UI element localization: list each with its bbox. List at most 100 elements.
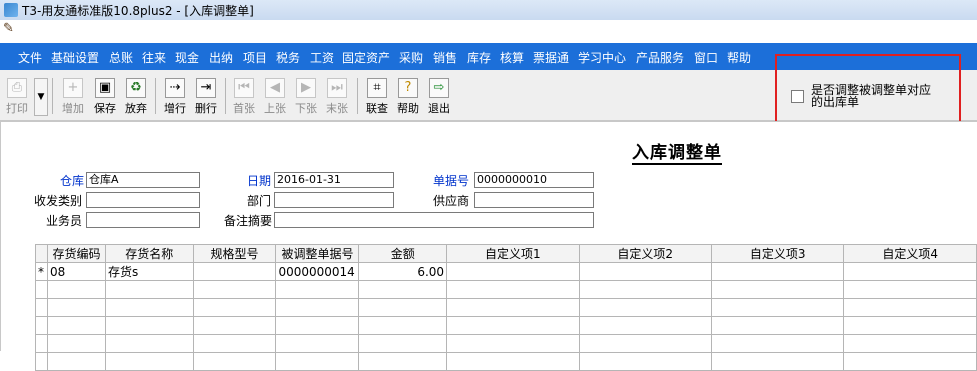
doc-no-label: 单据号 [433,174,470,188]
row-marker-header [35,244,48,263]
title-bar: T3-用友通标准版10.8plus2 - [入库调整单] [0,0,977,20]
supplier-label: 供应商 [433,194,470,208]
prev-icon: ◀ [265,78,285,98]
remark-label: 备注摘要 [224,214,273,228]
first-icon: ⏮ [234,78,254,98]
print-dropdown-button[interactable]: ▼ [34,78,48,116]
last-record-button[interactable]: ⏭ 末张 [323,78,351,115]
menu-tax[interactable]: 税务 [276,49,300,66]
column-header[interactable]: 金额 [358,244,448,263]
delete-row-button[interactable]: ⇥ 删行 [192,78,220,115]
column-header[interactable]: 存货编码 [46,244,106,263]
column-header[interactable]: 规格型号 [192,244,277,263]
dept-label: 部门 [247,194,272,208]
table-cell[interactable] [843,262,977,281]
warehouse-field[interactable]: 仓库A [86,172,200,188]
form-title: 入库调整单 [632,138,722,165]
save-icon: ▣ [95,78,115,98]
system-menu-icon[interactable]: ✎ [3,21,14,36]
category-field[interactable] [86,192,200,208]
warehouse-label: 仓库 [60,174,85,188]
menu-payroll[interactable]: 工资 [310,49,334,66]
discard-icon: ♻ [126,78,146,98]
menu-product-service[interactable]: 产品服务 [636,49,684,66]
table-cell[interactable] [710,262,845,281]
menu-accounting[interactable]: 核算 [500,49,524,66]
table-cell[interactable] [578,262,712,281]
menu-receivables[interactable]: 往来 [142,49,166,66]
first-record-button[interactable]: ⏮ 首张 [230,78,258,115]
column-header[interactable]: 自定义项1 [446,244,580,263]
printer-icon: ⎙ [7,78,27,98]
menu-bill-pass[interactable]: 票据通 [533,49,569,66]
prev-record-button[interactable]: ◀ 上张 [261,78,289,115]
supplier-field[interactable] [474,192,594,208]
menu-fixed-assets[interactable]: 固定资产 [342,49,390,66]
table-row[interactable] [35,352,977,371]
add-doc-icon: + [63,78,83,98]
date-field[interactable]: 2016-01-31 [274,172,394,188]
menu-learning-center[interactable]: 学习中心 [578,49,626,66]
table-row[interactable]: * 08 存货s 0000000014 6.00 [35,262,977,281]
table-cell[interactable]: 存货s [104,262,194,281]
table-row[interactable] [35,316,977,335]
add-row-button[interactable]: ⇢ 增行 [161,78,189,115]
menu-sales[interactable]: 销售 [433,49,457,66]
row-marker: * [35,262,48,281]
system-icon-row: ✎ [0,20,977,39]
exit-button[interactable]: ⇨ 退出 [425,78,453,115]
link-query-icon: ⌗ [367,78,387,98]
column-header[interactable]: 存货名称 [104,244,194,263]
column-header[interactable]: 自定义项3 [710,244,845,263]
chevron-down-icon: ▼ [37,92,45,102]
add-row-icon: ⇢ [165,78,185,98]
save-button[interactable]: ▣ 保存 [91,78,119,115]
table-cell[interactable] [446,262,580,281]
help-icon: ? [398,78,418,98]
next-record-button[interactable]: ▶ 下张 [292,78,320,115]
next-icon: ▶ [296,78,316,98]
delete-row-icon: ⇥ [196,78,216,98]
help-button[interactable]: ? 帮助 [394,78,422,115]
column-header[interactable]: 自定义项4 [843,244,977,263]
table-cell[interactable]: 6.00 [358,262,448,281]
date-label: 日期 [247,174,272,188]
table-cell[interactable] [192,262,277,281]
doc-no-field[interactable]: 0000000010 [474,172,594,188]
discard-button[interactable]: ♻ 放弃 [122,78,150,115]
menu-cash[interactable]: 现金 [175,49,199,66]
menu-general-ledger[interactable]: 总账 [109,49,133,66]
clerk-label: 业务员 [46,214,83,228]
window-title: T3-用友通标准版10.8plus2 - [入库调整单] [22,4,254,18]
add-button[interactable]: + 增加 [59,78,87,115]
menu-project[interactable]: 项目 [243,49,267,66]
category-label: 收发类别 [34,194,83,208]
exit-icon: ⇨ [429,78,449,98]
dept-field[interactable] [274,192,394,208]
print-button[interactable]: ⎙ 打印 [3,78,31,115]
menu-window[interactable]: 窗口 [694,49,718,66]
toolbar-separator [357,78,358,114]
table-cell[interactable]: 08 [46,262,106,281]
column-header[interactable]: 自定义项2 [578,244,712,263]
detail-grid: 存货编码 存货名称 规格型号 被调整单据号 金额 自定义项1 自定义项2 自定义… [35,244,977,371]
column-header[interactable]: 被调整单据号 [275,244,360,263]
toolbar-separator [225,78,226,114]
app-logo-icon [4,3,18,17]
table-cell[interactable]: 0000000014 [275,262,360,281]
menu-purchase[interactable]: 采购 [399,49,423,66]
toolbar-separator [52,78,53,114]
remark-field[interactable] [274,212,594,228]
table-row[interactable] [35,280,977,299]
clerk-field[interactable] [86,212,200,228]
menu-basic-settings[interactable]: 基础设置 [51,49,99,66]
table-row[interactable] [35,298,977,317]
toolbar-separator [155,78,156,114]
menu-cashier[interactable]: 出纳 [209,49,233,66]
last-icon: ⏭ [327,78,347,98]
menu-help[interactable]: 帮助 [727,49,751,66]
menu-file[interactable]: 文件 [18,49,42,66]
menu-inventory[interactable]: 库存 [467,49,491,66]
link-query-button[interactable]: ⌗ 联查 [363,78,391,115]
grid-header-row: 存货编码 存货名称 规格型号 被调整单据号 金额 自定义项1 自定义项2 自定义… [35,244,977,263]
